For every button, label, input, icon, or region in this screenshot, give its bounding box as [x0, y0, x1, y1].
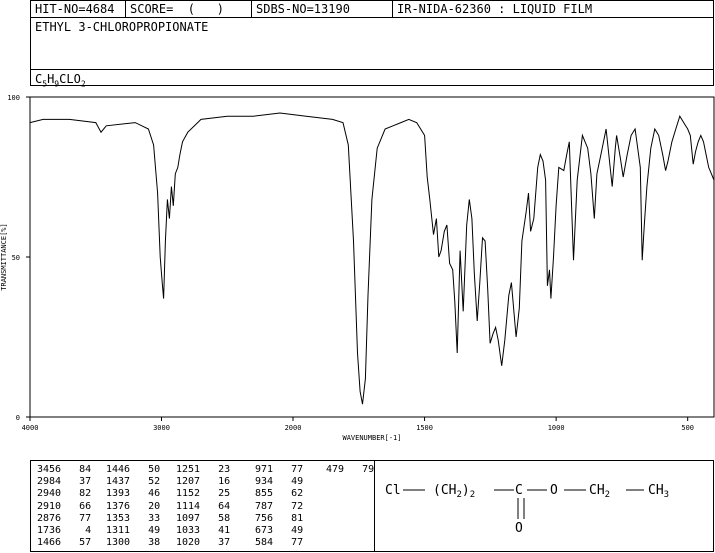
chemical-structure: Cl (CH2)2 C O CH2 CH3 O [385, 483, 669, 536]
peak-row: 1251 23 [176, 464, 231, 475]
peak-column-4: 971 77 934 49 855 62 787 72 756 81 673 4… [249, 464, 303, 549]
sdbs-number: SDBS-NO=13190 [251, 1, 392, 17]
ethyl-ch2: CH2 [589, 483, 610, 500]
spectrum-plot: 4000 3000 2000 1500 1000 500 0 50 100 WAVENUMBE… [0, 94, 715, 442]
ether-oxygen: O [550, 483, 558, 498]
peak-row: 2910 66 [37, 500, 92, 512]
compound-name: ETHYL 3-CHLOROPROPIONATE [35, 20, 209, 34]
peak-row: 934 49 [249, 476, 304, 488]
peak-column-1: 3456 84 2984 37 2940 82 2910 66 2876 77 1736 … [37, 464, 91, 549]
transmittance-curve [29, 112, 715, 405]
peak-row: 787 72 [249, 500, 304, 512]
peak-row: 1020 37 [176, 537, 231, 549]
spectrum-header: HIT-NO=4684 SCORE= ( ) SDBS-NO=13190 IR-… [30, 0, 714, 89]
peak-column-5: 479 79 [320, 464, 374, 476]
chlorine-atom: Cl [385, 483, 401, 498]
peak-row: 1353 33 [106, 512, 161, 524]
carbonyl-carbon: C [515, 483, 523, 498]
peak-row: 2984 37 [37, 476, 92, 488]
x-tick-label: 3000 [153, 424, 170, 432]
peak-column-2: 1446 50 1437 52 1393 46 1376 20 1353 33 1311 … [106, 464, 160, 549]
molecular-formula: C5H9CLO2 [35, 72, 86, 89]
peak-column-3: 1251 23 1207 16 1152 25 1114 64 1097 58 1033 … [176, 464, 230, 549]
peak-row: 1300 38 [106, 537, 161, 549]
x-tick-label: 500 [681, 424, 694, 432]
y-tick-label: 100 [7, 94, 20, 102]
peak-row: 1393 46 [106, 488, 161, 500]
score: SCORE= ( ) [125, 1, 251, 17]
peak-row: 1152 25 [176, 488, 231, 500]
peak-row: 479 79 [320, 464, 375, 475]
peak-row: 1466 57 [37, 537, 92, 549]
ir-spectrum-chart: 4000 3000 2000 1500 1000 500 0 50 100 WAVENUMBE… [0, 88, 715, 448]
peak-row: 1207 16 [176, 476, 231, 488]
formula-divider [31, 69, 713, 70]
peak-row: 1311 49 [106, 525, 161, 537]
peak-row: 1446 50 [106, 464, 161, 475]
x-axis-label: WAVENUMBER[-1] [342, 434, 401, 442]
peak-row: 3456 84 [37, 464, 92, 475]
header-info-row: HIT-NO=4684 SCORE= ( ) SDBS-NO=13190 IR-… [31, 1, 713, 18]
peak-row: 2940 82 [37, 488, 92, 500]
ch2-group: (CH2)2 [433, 483, 475, 500]
peak-row: 756 81 [249, 512, 304, 524]
peak-row: 1097 58 [176, 512, 231, 524]
peak-row: 1114 64 [176, 500, 231, 512]
y-tick-label: 50 [12, 254, 20, 262]
peak-row: 584 77 [249, 537, 304, 549]
peak-row: 855 62 [249, 488, 304, 500]
carbonyl-oxygen: O [515, 521, 523, 536]
peak-row: 971 77 [249, 464, 304, 475]
peak-list-panel: 3456 84 2984 37 2940 82 2910 66 2876 77 1736 … [30, 460, 714, 552]
hit-number: HIT-NO=4684 [35, 2, 115, 16]
peak-row: 1736 4 [37, 525, 92, 537]
peak-row: 2876 77 [37, 512, 92, 524]
peak-row: 1033 41 [176, 525, 231, 537]
plot-frame [29, 96, 715, 418]
peak-row: 1437 52 [106, 476, 161, 488]
peak-row: 673 49 [249, 525, 304, 537]
peak-row: 1376 20 [106, 500, 161, 512]
ir-method: IR-NIDA-62360 : LIQUID FILM [392, 1, 715, 17]
methyl-ch3: CH3 [648, 483, 669, 500]
y-tick-label: 0 [16, 414, 20, 422]
x-tick-label: 4000 [22, 424, 39, 432]
x-tick-label: 2000 [285, 424, 302, 432]
x-tick-label: 1000 [548, 424, 565, 432]
y-axis-label: TRANSMITTANCE[%] [0, 223, 8, 290]
x-tick-label: 1500 [416, 424, 433, 432]
